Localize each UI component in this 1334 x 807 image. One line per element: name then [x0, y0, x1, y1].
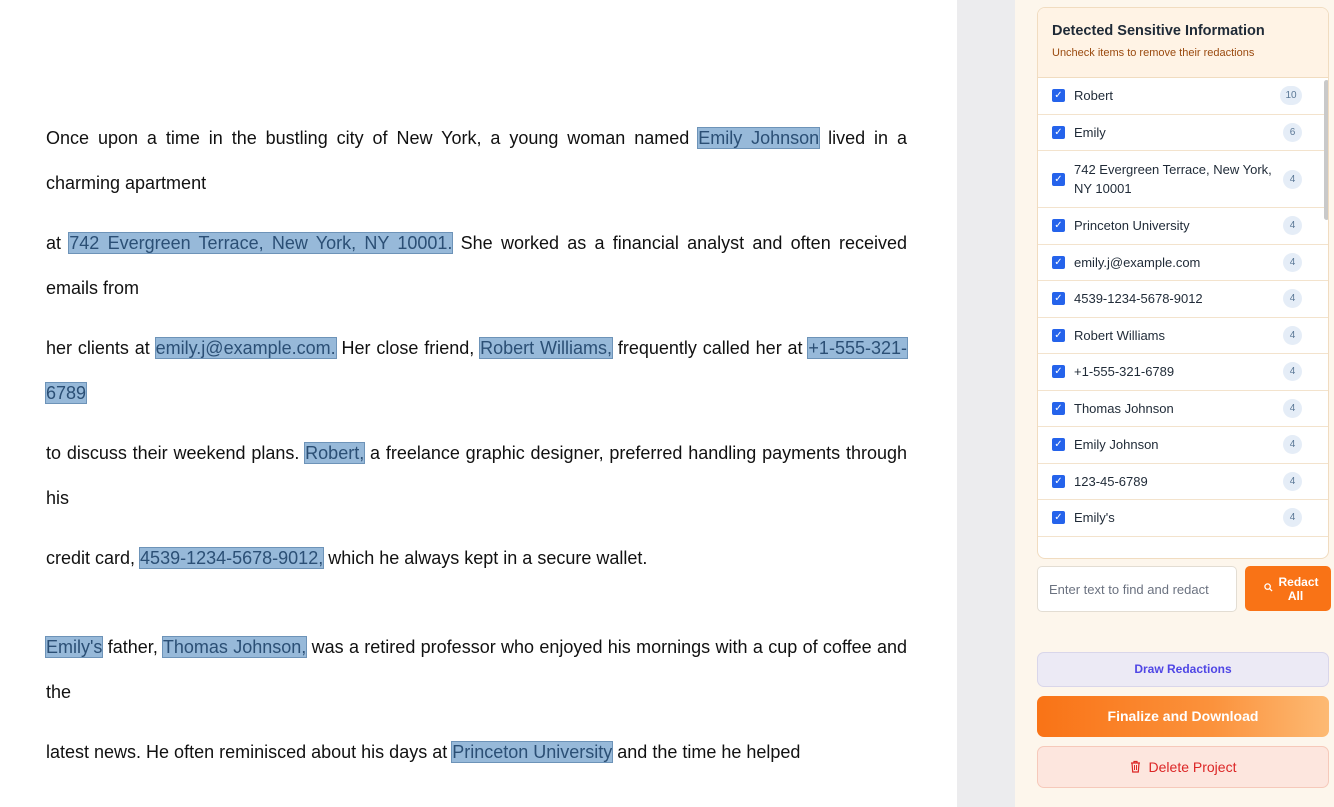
sensitive-item[interactable]: ✓ Princeton University 4	[1038, 208, 1328, 245]
panel-divider	[957, 0, 1015, 807]
redaction-highlight[interactable]: 742 Evergreen Terrace, New York, NY 1000…	[68, 232, 454, 254]
occurrence-count-badge: 4	[1283, 216, 1302, 236]
redaction-highlight[interactable]: Robert,	[304, 442, 366, 464]
occurrence-count-badge: 4	[1283, 252, 1302, 272]
document-text: Once upon a time in the bustling city of…	[44, 116, 908, 790]
sensitive-item-label: Emily Johnson	[1074, 437, 1159, 453]
sensitive-item-label: Princeton University	[1074, 218, 1190, 234]
sensitive-item-label: 123-45-6789	[1074, 473, 1148, 489]
occurrence-count-badge: 4	[1283, 435, 1302, 455]
sensitive-item[interactable]: ✓ Robert 10	[1038, 78, 1328, 115]
document-text-run: Her close friend,	[335, 338, 481, 358]
document-paragraph: her clients at emily.j@example.com. Her …	[45, 326, 908, 416]
sensitive-item-label: Robert	[1074, 88, 1114, 104]
delete-project-button[interactable]: Delete Project	[1037, 746, 1329, 788]
checkbox-checked-icon[interactable]: ✓	[1052, 219, 1065, 233]
document-paragraph: latest news. He often reminisced about h…	[46, 730, 907, 775]
sensitive-item[interactable]: ✓ 742 Evergreen Terrace, New York, NY 100…	[1038, 151, 1328, 208]
list-scrollbar[interactable]	[1324, 80, 1328, 220]
occurrence-count-badge: 4	[1283, 471, 1302, 491]
redact-all-label: Redact All	[1278, 574, 1319, 603]
checkbox-checked-icon[interactable]: ✓	[1052, 255, 1065, 269]
sensitive-item[interactable]: ✓ 123-45-6789 4	[1038, 464, 1328, 500]
find-redact-input[interactable]	[1037, 566, 1237, 612]
occurrence-count-badge: 4	[1283, 325, 1302, 345]
document-paragraph: credit card, 4539-1234-5678-9012, which …	[46, 536, 907, 581]
occurrence-count-badge: 4	[1283, 169, 1302, 189]
document-text-run: which he always kept in a secure wallet.	[323, 548, 648, 568]
checkbox-checked-icon[interactable]: ✓	[1052, 365, 1065, 379]
redaction-highlight[interactable]: emily.j@example.com.	[154, 337, 337, 359]
sensitive-item-label: Emily's	[1074, 510, 1115, 526]
document-paragraph: at 742 Evergreen Terrace, New York, NY 1…	[46, 221, 907, 311]
document-text-run: credit card,	[46, 548, 141, 568]
sensitive-items-list[interactable]: ✓ Robert 10 ✓ Emily 6 ✓ 742 Evergreen Terrace, …	[1038, 78, 1328, 558]
redaction-highlight[interactable]: Robert Williams,	[479, 337, 614, 359]
sensitive-item[interactable]: ✓ +1-555-321-6789 4	[1038, 354, 1328, 391]
document-text-run: frequently called her at	[612, 338, 809, 358]
redact-all-button[interactable]: Redact All	[1245, 566, 1331, 611]
document-viewer[interactable]: Once upon a time in the bustling city of…	[0, 0, 957, 807]
checkbox-checked-icon[interactable]: ✓	[1052, 292, 1065, 306]
redaction-app: Once upon a time in the bustling city of…	[0, 0, 1334, 807]
sensitive-item[interactable]: ✓ Emily's 4	[1038, 500, 1328, 537]
document-paragraph: Once upon a time in the bustling city of…	[46, 116, 907, 206]
redaction-highlight[interactable]: Emily Johnson	[697, 127, 821, 149]
sensitive-item-label: emily.j@example.com	[1074, 254, 1201, 270]
occurrence-count-badge: 10	[1280, 86, 1302, 106]
occurrence-count-badge: 4	[1283, 362, 1302, 382]
sensitive-item-label: Robert Williams	[1074, 327, 1166, 343]
sensitive-item[interactable]: ✓ Thomas Johnson 4	[1038, 391, 1328, 427]
sensitive-item-label: Emily	[1074, 124, 1106, 140]
document-text-run: at	[46, 233, 70, 253]
checkbox-checked-icon[interactable]: ✓	[1052, 125, 1065, 139]
occurrence-count-badge: 4	[1283, 289, 1302, 309]
occurrence-count-badge: 4	[1283, 398, 1302, 418]
delete-project-label: Delete Project	[1148, 759, 1237, 775]
occurrence-count-badge: 4	[1283, 508, 1302, 528]
redaction-highlight[interactable]: 4539-1234-5678-9012,	[139, 547, 325, 569]
sensitive-item-label: 742 Evergreen Terrace, New York, NY 1000…	[1074, 162, 1272, 196]
checkbox-checked-icon[interactable]: ✓	[1052, 511, 1065, 525]
document-text-run: and the time he helped	[612, 742, 801, 762]
sensitive-info-panel: Detected Sensitive Information Uncheck i…	[1037, 7, 1329, 559]
sensitive-item[interactable]: ✓ 4539-1234-5678-9012 4	[1038, 281, 1328, 318]
occurrence-count-badge: 6	[1283, 122, 1302, 142]
checkbox-checked-icon[interactable]: ✓	[1052, 328, 1065, 342]
sensitive-item[interactable]: ✓ emily.j@example.com 4	[1038, 245, 1328, 281]
redaction-highlight[interactable]: Emily's	[44, 636, 104, 658]
sensitive-item[interactable]: ✓ Robert Williams 4	[1038, 318, 1328, 354]
sensitive-item[interactable]: ✓ Emily Johnson 4	[1038, 427, 1328, 464]
sensitive-item-label: 4539-1234-5678-9012	[1074, 291, 1203, 307]
sensitive-item-label: +1-555-321-6789	[1074, 364, 1175, 380]
document-text-run: latest news. He often reminisced about h…	[46, 742, 453, 762]
sensitive-info-header: Detected Sensitive Information Uncheck i…	[1038, 8, 1328, 78]
redaction-sidebar: Detected Sensitive Information Uncheck i…	[1015, 0, 1334, 807]
finalize-download-button[interactable]: Finalize and Download	[1037, 696, 1329, 737]
document-text-run: her clients at	[46, 338, 156, 358]
document-text-run: father,	[102, 637, 163, 657]
draw-redactions-button[interactable]: Draw Redactions	[1037, 652, 1329, 687]
checkbox-checked-icon[interactable]: ✓	[1052, 438, 1065, 452]
document-text-run: to discuss their weekend plans.	[46, 443, 306, 463]
redaction-highlight[interactable]: Thomas Johnson,	[161, 636, 308, 658]
checkbox-checked-icon[interactable]: ✓	[1052, 401, 1065, 415]
document-paragraph: Emily's father, Thomas Johnson, was a re…	[44, 625, 907, 715]
panel-title: Detected Sensitive Information	[1052, 23, 1265, 39]
redaction-highlight[interactable]: Princeton University	[451, 741, 614, 763]
document-text-run: Once upon a time in the bustling city of…	[46, 128, 699, 148]
panel-subtitle: Uncheck items to remove their redactions	[1052, 47, 1255, 59]
sensitive-item[interactable]: ✓ Emily 6	[1038, 115, 1328, 151]
sensitive-item-label: Thomas Johnson	[1074, 400, 1174, 416]
search-icon	[1263, 582, 1273, 595]
document-paragraph: to discuss their weekend plans. Robert, …	[46, 431, 907, 521]
checkbox-checked-icon[interactable]: ✓	[1052, 89, 1065, 103]
checkbox-checked-icon[interactable]: ✓	[1052, 474, 1065, 488]
trash-icon	[1130, 748, 1141, 773]
checkbox-checked-icon[interactable]: ✓	[1052, 172, 1065, 186]
